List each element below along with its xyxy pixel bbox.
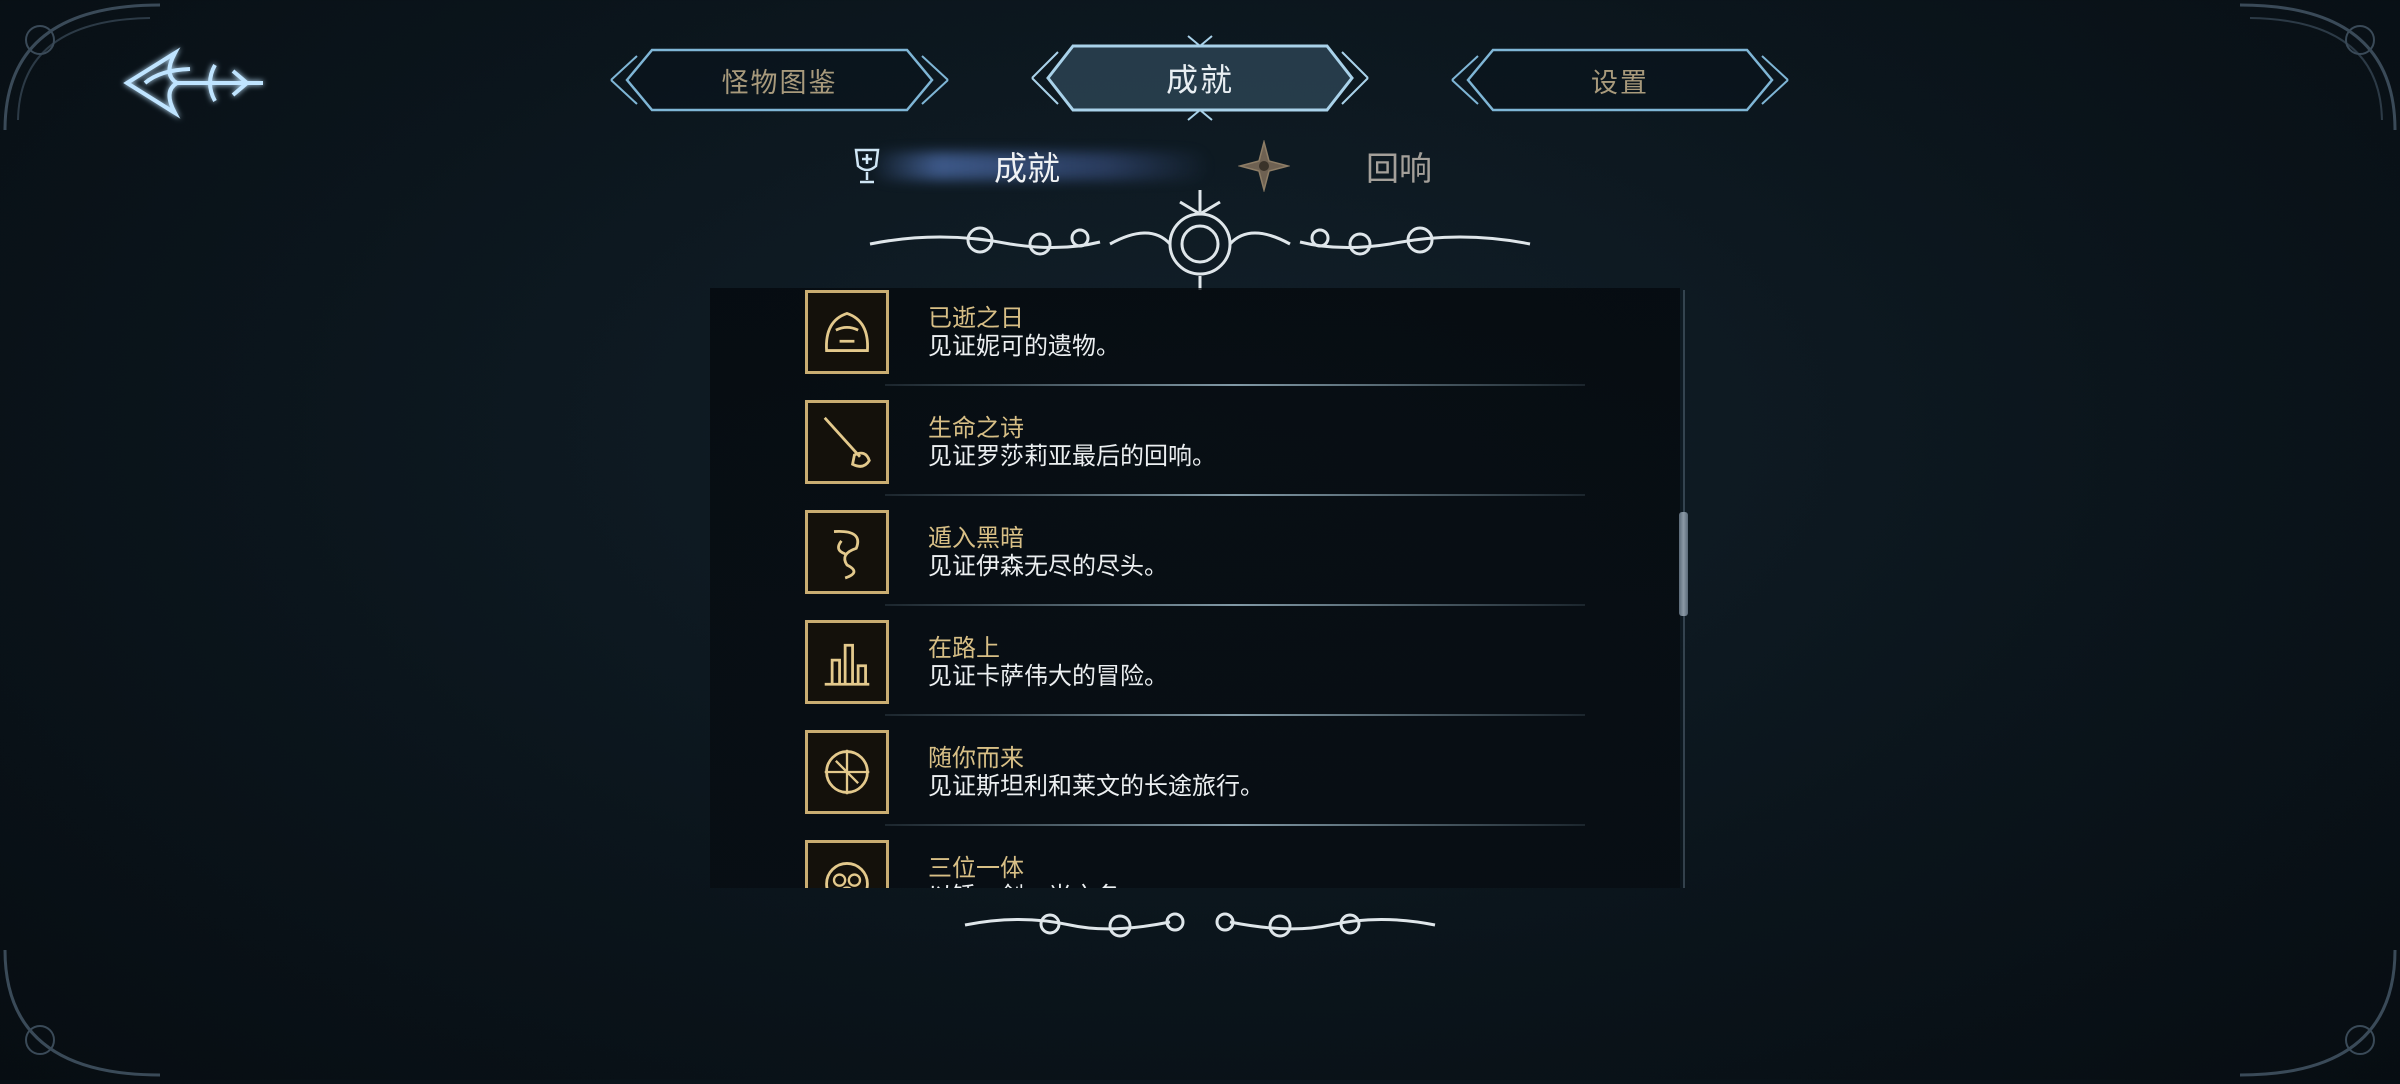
tab-monster-compendium[interactable]: 怪物图鉴 (607, 42, 952, 118)
achievement-row[interactable]: 随你而来见证斯坦利和莱文的长途旅行。 (805, 730, 1565, 840)
tab-achievements[interactable]: 成就 (1028, 34, 1372, 122)
trophy-icon (850, 146, 884, 186)
footer-flourish (960, 900, 1440, 950)
achievement-row[interactable]: 生命之诗见证罗莎莉亚最后的回响。 (805, 400, 1565, 510)
achievement-description: 见证妮可的遗物。 (928, 326, 1120, 361)
achievement-description: 见证罗莎莉亚最后的回响。 (928, 436, 1216, 471)
achievement-description: 见证卡萨伟大的冒险。 (928, 656, 1168, 691)
back-button[interactable] (115, 35, 275, 130)
row-divider (885, 604, 1585, 606)
achievement-description: 以锤、剑、光之名 (928, 876, 1120, 888)
list-scrollbar-thumb[interactable] (1679, 512, 1688, 616)
corner-ornament-top-right (2230, 0, 2400, 140)
bell-emblem-icon (805, 290, 889, 374)
castle-emblem-icon (805, 620, 889, 704)
achievement-description: 见证斯坦利和莱文的长途旅行。 (928, 766, 1264, 801)
tab-settings[interactable]: 设置 (1448, 42, 1792, 118)
row-divider (885, 494, 1585, 496)
compass-emblem-icon (805, 730, 889, 814)
triad-emblem-icon (805, 840, 889, 888)
achievement-row[interactable]: 三位一体以锤、剑、光之名 (805, 840, 1565, 888)
achievement-description: 见证伊森无尽的尽头。 (928, 546, 1168, 581)
row-divider (885, 714, 1585, 716)
achievement-row[interactable]: 遁入黑暗见证伊森无尽的尽头。 (805, 510, 1565, 620)
corner-ornament-bottom-left (0, 940, 170, 1080)
achievement-row[interactable]: 已逝之日见证妮可的遗物。 (805, 290, 1565, 400)
header-flourish (860, 182, 1540, 292)
achievement-list[interactable]: 已逝之日见证妮可的遗物。生命之诗见证罗莎莉亚最后的回响。遁入黑暗见证伊森无尽的尽… (710, 288, 1680, 888)
back-arrow-icon (115, 35, 275, 130)
row-divider (885, 384, 1585, 386)
row-divider (885, 824, 1585, 826)
flute-emblem-icon (805, 400, 889, 484)
corner-ornament-bottom-right (2230, 940, 2400, 1080)
spiral-emblem-icon (805, 510, 889, 594)
achievement-row[interactable]: 在路上见证卡萨伟大的冒险。 (805, 620, 1565, 730)
